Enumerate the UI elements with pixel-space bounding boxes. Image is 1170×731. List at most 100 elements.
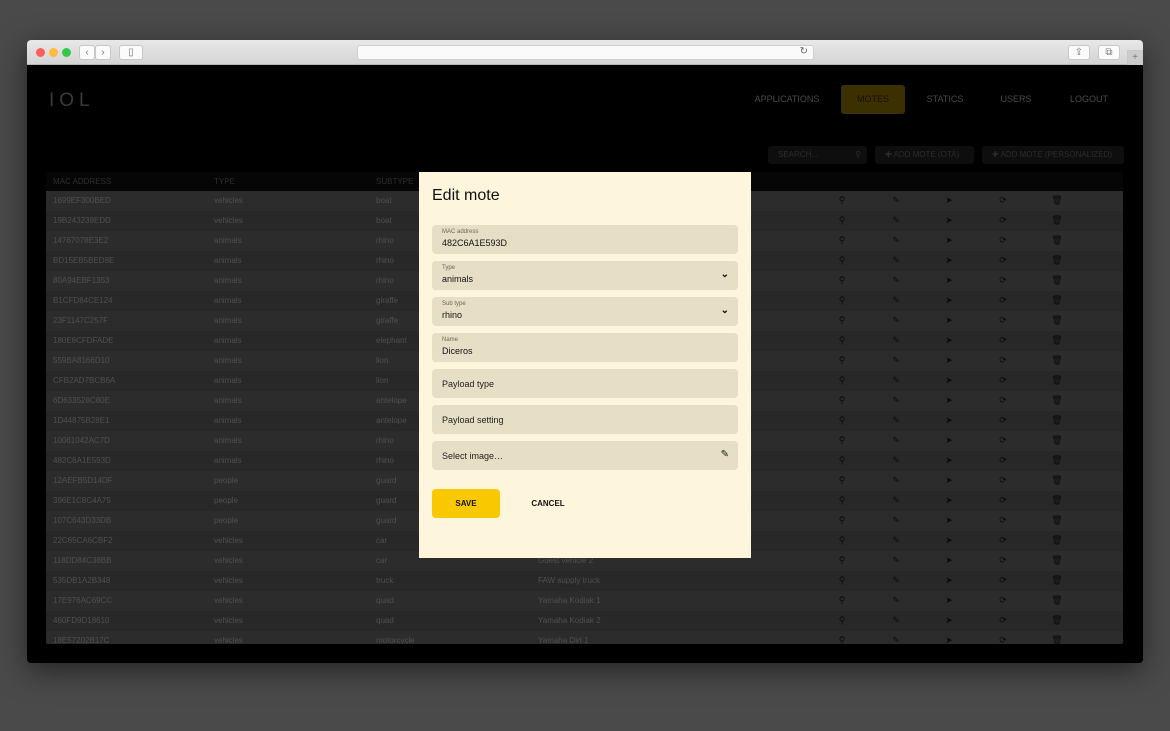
type-select[interactable]: Type animals ⌄ [432, 261, 738, 290]
table-row[interactable]: 535DB1A2B348 vehicles truck FAW supply truc… [46, 571, 1123, 591]
delete-icon[interactable]: 🗑 [1051, 235, 1063, 246]
send-icon[interactable]: ➤ [943, 375, 955, 386]
back-icon[interactable]: ‹ [79, 45, 95, 60]
sidebar-icon[interactable]: ▯ [119, 45, 143, 60]
edit-icon[interactable]: ✎ [890, 215, 902, 226]
delete-icon[interactable]: 🗑 [1051, 375, 1063, 386]
location-icon[interactable]: ⚲ [836, 335, 848, 346]
refresh-icon[interactable]: ⟳ [997, 235, 1009, 246]
search-input[interactable]: SEARCH... ⚲ [768, 146, 867, 164]
delete-icon[interactable]: 🗑 [1051, 275, 1063, 286]
subtype-select[interactable]: Sub type rhino ⌄ [432, 297, 738, 326]
pencil-icon[interactable]: ✎ [721, 449, 729, 460]
location-icon[interactable]: ⚲ [836, 415, 848, 426]
send-icon[interactable]: ➤ [943, 515, 955, 526]
send-icon[interactable]: ➤ [943, 535, 955, 546]
minimize-window-button[interactable] [49, 48, 58, 57]
edit-icon[interactable]: ✎ [890, 575, 902, 586]
table-row[interactable]: 460FD9D18610 vehicles quad Yamaha Kodiak 2 ⚲… [46, 611, 1123, 631]
delete-icon[interactable]: 🗑 [1051, 335, 1063, 346]
location-icon[interactable]: ⚲ [836, 255, 848, 266]
edit-icon[interactable]: ✎ [890, 495, 902, 506]
location-icon[interactable]: ⚲ [836, 535, 848, 546]
send-icon[interactable]: ➤ [943, 335, 955, 346]
location-icon[interactable]: ⚲ [836, 615, 848, 626]
location-icon[interactable]: ⚲ [836, 235, 848, 246]
edit-icon[interactable]: ✎ [890, 595, 902, 606]
address-bar[interactable]: ↻ [357, 45, 814, 60]
location-icon[interactable]: ⚲ [836, 495, 848, 506]
send-icon[interactable]: ➤ [943, 395, 955, 406]
location-icon[interactable]: ⚲ [836, 295, 848, 306]
edit-icon[interactable]: ✎ [890, 535, 902, 546]
refresh-icon[interactable]: ⟳ [997, 275, 1009, 286]
refresh-icon[interactable]: ⟳ [997, 255, 1009, 266]
send-icon[interactable]: ➤ [943, 495, 955, 506]
add-mote-ota-button[interactable]: ✚ ADD MOTE (OTA) [875, 146, 974, 164]
nav-motes[interactable]: MOTES [841, 85, 905, 114]
delete-icon[interactable]: 🗑 [1051, 215, 1063, 226]
save-button[interactable]: SAVE [432, 489, 500, 518]
delete-icon[interactable]: 🗑 [1051, 595, 1063, 606]
location-icon[interactable]: ⚲ [836, 475, 848, 486]
refresh-icon[interactable]: ⟳ [997, 295, 1009, 306]
edit-icon[interactable]: ✎ [890, 635, 902, 644]
delete-icon[interactable]: 🗑 [1051, 495, 1063, 506]
edit-icon[interactable]: ✎ [890, 435, 902, 446]
location-icon[interactable]: ⚲ [836, 575, 848, 586]
send-icon[interactable]: ➤ [943, 295, 955, 306]
new-tab-icon[interactable]: + [1127, 50, 1143, 65]
delete-icon[interactable]: 🗑 [1051, 415, 1063, 426]
refresh-icon[interactable]: ⟳ [997, 535, 1009, 546]
cancel-button[interactable]: CANCEL [514, 489, 582, 518]
location-icon[interactable]: ⚲ [836, 435, 848, 446]
edit-icon[interactable]: ✎ [890, 375, 902, 386]
refresh-icon[interactable]: ⟳ [997, 415, 1009, 426]
column-type[interactable]: TYPE [214, 177, 235, 186]
name-field[interactable]: Name Diceros [432, 333, 738, 362]
nav-applications[interactable]: APPLICATIONS [747, 85, 827, 114]
location-icon[interactable]: ⚲ [836, 375, 848, 386]
send-icon[interactable]: ➤ [943, 455, 955, 466]
delete-icon[interactable]: 🗑 [1051, 575, 1063, 586]
delete-icon[interactable]: 🗑 [1051, 615, 1063, 626]
edit-icon[interactable]: ✎ [890, 275, 902, 286]
location-icon[interactable]: ⚲ [836, 515, 848, 526]
table-row[interactable]: 17E976AC69CC vehicles quad Yamaha Kodiak 1 ⚲… [46, 591, 1123, 611]
refresh-icon[interactable]: ⟳ [997, 575, 1009, 586]
refresh-icon[interactable]: ⟳ [997, 475, 1009, 486]
send-icon[interactable]: ➤ [943, 315, 955, 326]
send-icon[interactable]: ➤ [943, 435, 955, 446]
location-icon[interactable]: ⚲ [836, 215, 848, 226]
send-icon[interactable]: ➤ [943, 635, 955, 644]
delete-icon[interactable]: 🗑 [1051, 315, 1063, 326]
refresh-icon[interactable]: ⟳ [997, 515, 1009, 526]
reload-icon[interactable]: ↻ [800, 46, 808, 57]
edit-icon[interactable]: ✎ [890, 235, 902, 246]
edit-icon[interactable]: ✎ [890, 455, 902, 466]
mac-address-field[interactable]: MAC address 482C6A1E593D [432, 225, 738, 254]
delete-icon[interactable]: 🗑 [1051, 535, 1063, 546]
edit-icon[interactable]: ✎ [890, 475, 902, 486]
forward-icon[interactable]: › [95, 45, 111, 60]
refresh-icon[interactable]: ⟳ [997, 495, 1009, 506]
delete-icon[interactable]: 🗑 [1051, 395, 1063, 406]
location-icon[interactable]: ⚲ [836, 195, 848, 206]
delete-icon[interactable]: 🗑 [1051, 455, 1063, 466]
nav-statics[interactable]: STATICS [915, 85, 975, 114]
delete-icon[interactable]: 🗑 [1051, 195, 1063, 206]
refresh-icon[interactable]: ⟳ [997, 335, 1009, 346]
refresh-icon[interactable]: ⟳ [997, 355, 1009, 366]
refresh-icon[interactable]: ⟳ [997, 375, 1009, 386]
edit-icon[interactable]: ✎ [890, 615, 902, 626]
edit-icon[interactable]: ✎ [890, 295, 902, 306]
send-icon[interactable]: ➤ [943, 355, 955, 366]
refresh-icon[interactable]: ⟳ [997, 635, 1009, 644]
edit-icon[interactable]: ✎ [890, 355, 902, 366]
send-icon[interactable]: ➤ [943, 255, 955, 266]
location-icon[interactable]: ⚲ [836, 355, 848, 366]
edit-icon[interactable]: ✎ [890, 335, 902, 346]
edit-icon[interactable]: ✎ [890, 415, 902, 426]
refresh-icon[interactable]: ⟳ [997, 615, 1009, 626]
edit-icon[interactable]: ✎ [890, 555, 902, 566]
